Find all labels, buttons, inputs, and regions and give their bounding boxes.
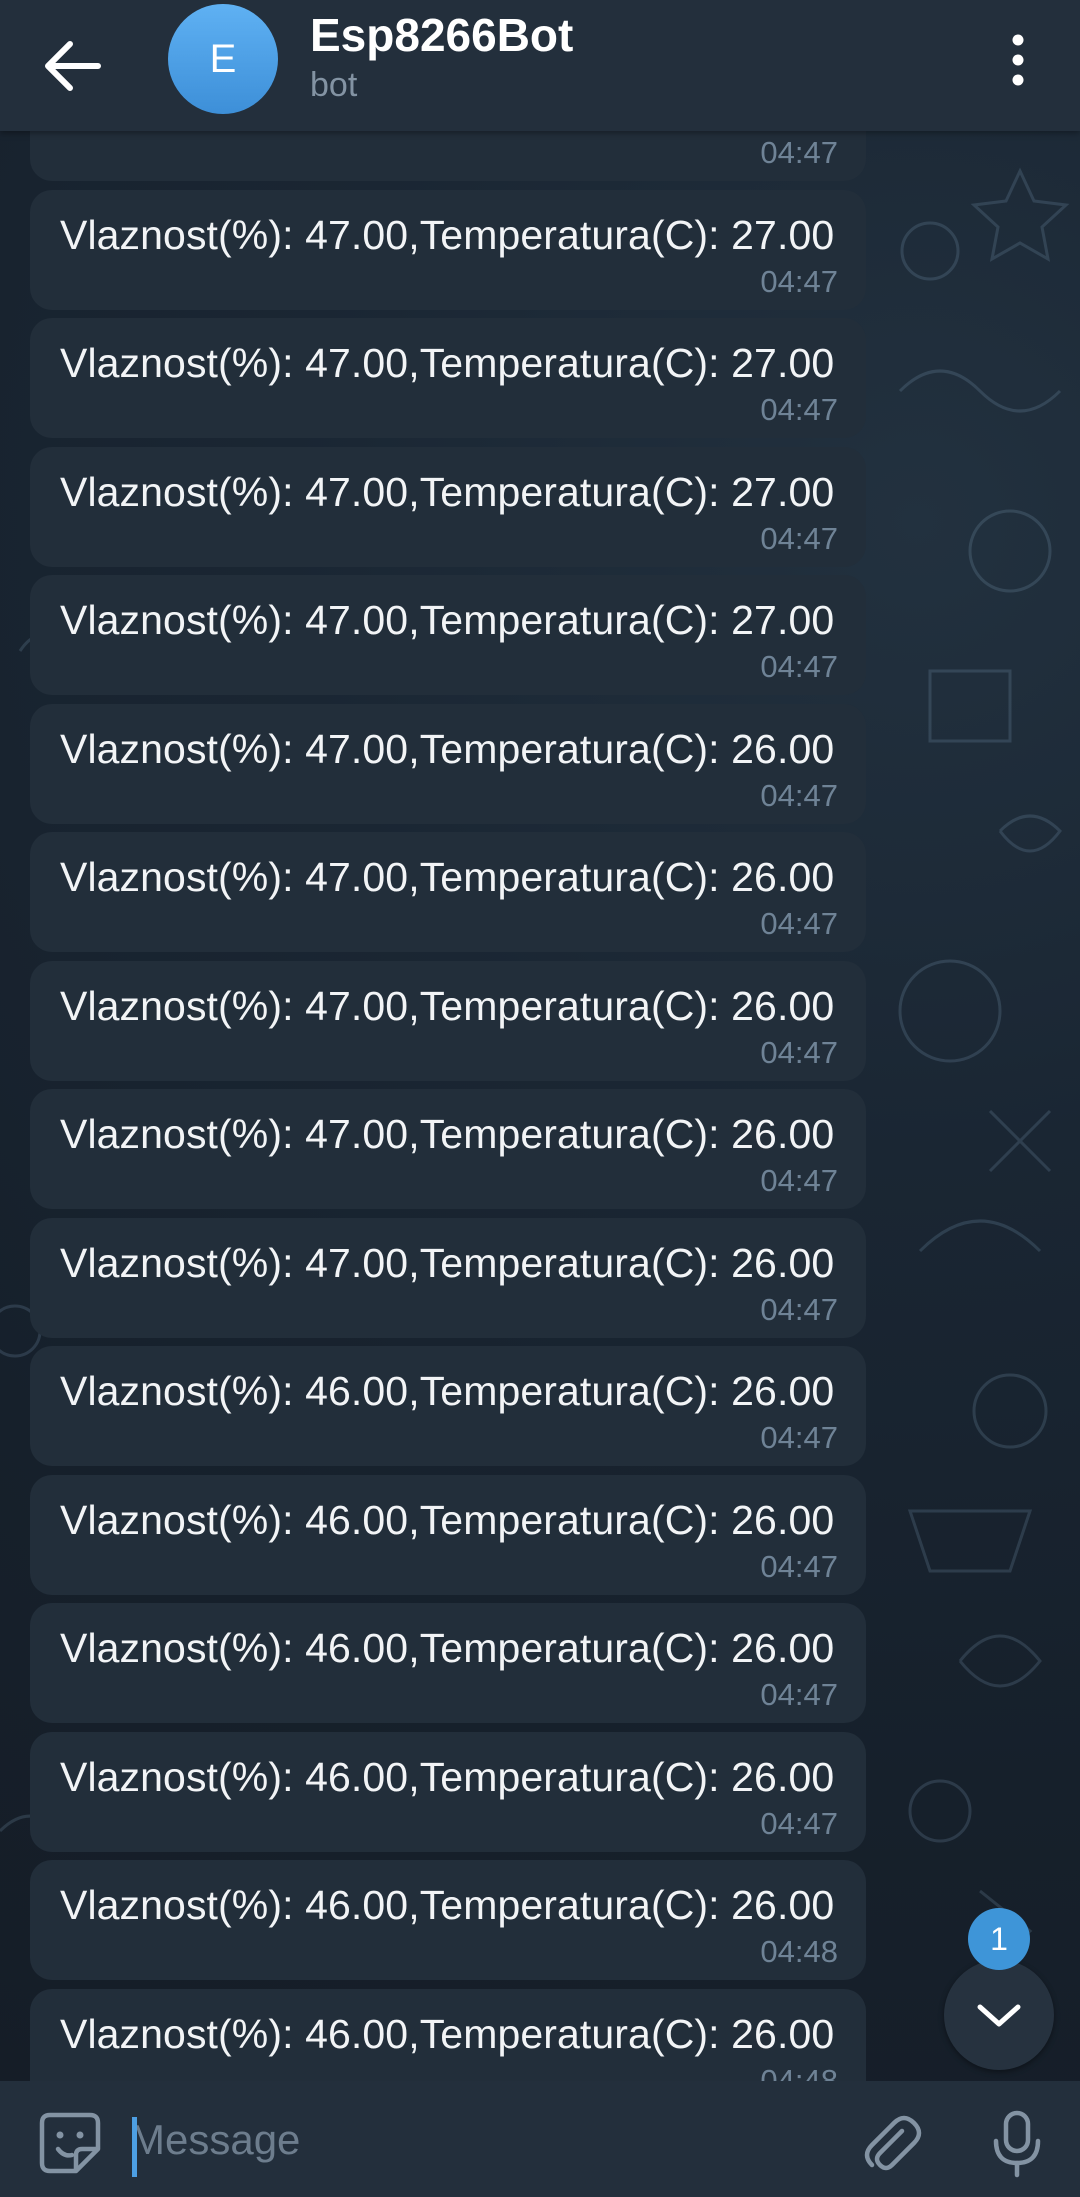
message-bubble[interactable]: Vlaznost(%): 47.00,Temperatura(C): 27.00… bbox=[30, 318, 866, 438]
message-time: 04:47 bbox=[760, 777, 838, 813]
message-bubble[interactable]: Vlaznost(%): 46.00,Temperatura(C): 26.00… bbox=[30, 1474, 866, 1595]
message-time: 04:48 bbox=[760, 2062, 838, 2082]
sticker-icon[interactable] bbox=[38, 2111, 102, 2175]
message-bubble[interactable]: Vlaznost(%): 47.00,Temperatura(C): 27.00… bbox=[30, 189, 866, 310]
message-composer bbox=[0, 2081, 1080, 2197]
message-text: Vlaznost(%): 47.00,Temperatura(C): 27.00 bbox=[60, 211, 835, 258]
message-time: 04:47 bbox=[760, 520, 838, 556]
message-time: 04:47 bbox=[760, 1034, 838, 1070]
message-text: Vlaznost(%): 46.00,Temperatura(C): 26.00 bbox=[60, 1496, 835, 1543]
message-list: 04:47 Vlaznost(%): 47.00,Temperatura(C): … bbox=[0, 131, 1080, 2081]
avatar[interactable]: E bbox=[168, 4, 278, 114]
message-text: Vlaznost(%): 46.00,Temperatura(C): 26.00 bbox=[60, 1753, 835, 1800]
telegram-chat-screen: 04:47 Vlaznost(%): 47.00,Temperatura(C): … bbox=[0, 0, 1080, 2197]
microphone-icon[interactable] bbox=[988, 2109, 1046, 2179]
message-text: Vlaznost(%): 46.00,Temperatura(C): 26.00 bbox=[60, 1882, 835, 1928]
message-text: Vlaznost(%): 47.00,Temperatura(C): 26.00 bbox=[60, 854, 835, 900]
message-bubble[interactable]: Vlaznost(%): 47.00,Temperatura(C): 26.00… bbox=[30, 1089, 866, 1209]
chat-area[interactable]: 04:47 Vlaznost(%): 47.00,Temperatura(C): … bbox=[0, 131, 1080, 2081]
message-bubble[interactable]: Vlaznost(%): 46.00,Temperatura(C): 26.00… bbox=[30, 1603, 866, 1723]
message-text: Vlaznost(%): 47.00,Temperatura(C): 26.00 bbox=[60, 982, 835, 1029]
message-bubble[interactable]: Vlaznost(%): 46.00,Temperatura(C): 26.00… bbox=[30, 1346, 866, 1466]
message-text: Vlaznost(%): 46.00,Temperatura(C): 26.00 bbox=[60, 1368, 835, 1414]
unread-count-badge: 1 bbox=[968, 1908, 1030, 1970]
message-time: 04:47 bbox=[760, 263, 838, 299]
message-time: 04:47 bbox=[760, 135, 838, 170]
message-time: 04:47 bbox=[760, 1805, 838, 1841]
chevron-down-icon bbox=[977, 2004, 1021, 2027]
message-text: Vlaznost(%): 46.00,Temperatura(C): 26.00 bbox=[60, 1625, 835, 1671]
message-text: Vlaznost(%): 46.00,Temperatura(C): 26.00 bbox=[60, 2010, 835, 2057]
more-options-icon[interactable] bbox=[1000, 30, 1036, 90]
text-cursor bbox=[132, 2117, 137, 2177]
message-time: 04:47 bbox=[760, 1291, 838, 1327]
message-time: 04:47 bbox=[760, 1548, 838, 1584]
message-bubble[interactable]: Vlaznost(%): 46.00,Temperatura(C): 26.00… bbox=[30, 1860, 866, 1980]
message-bubble[interactable]: Vlaznost(%): 47.00,Temperatura(C): 26.00… bbox=[30, 1217, 866, 1338]
back-arrow-icon[interactable] bbox=[38, 36, 106, 96]
chat-title[interactable]: Esp8266Bot bbox=[310, 8, 573, 62]
message-bubble[interactable]: Vlaznost(%): 47.00,Temperatura(C): 27.00… bbox=[30, 131, 866, 181]
message-bubble[interactable]: Vlaznost(%): 46.00,Temperatura(C): 26.00… bbox=[30, 1988, 866, 2082]
message-time: 04:47 bbox=[760, 1420, 838, 1455]
message-bubble[interactable]: Vlaznost(%): 47.00,Temperatura(C): 26.00… bbox=[30, 960, 866, 1081]
message-input[interactable] bbox=[130, 2105, 830, 2175]
message-bubble[interactable]: Vlaznost(%): 46.00,Temperatura(C): 26.00… bbox=[30, 1731, 866, 1852]
scroll-to-bottom-button[interactable] bbox=[944, 1960, 1054, 2070]
message-text: Vlaznost(%): 47.00,Temperatura(C): 26.00 bbox=[60, 1239, 835, 1286]
chat-status: bot bbox=[310, 66, 358, 104]
message-text: Vlaznost(%): 47.00,Temperatura(C): 27.00 bbox=[60, 340, 835, 386]
paperclip-icon[interactable] bbox=[858, 2111, 924, 2177]
message-text: Vlaznost(%): 47.00,Temperatura(C): 26.00 bbox=[60, 725, 835, 772]
message-time: 04:47 bbox=[760, 1163, 838, 1198]
message-time: 04:47 bbox=[760, 1677, 838, 1712]
message-text: Vlaznost(%): 47.00,Temperatura(C): 27.00 bbox=[60, 597, 835, 643]
message-time: 04:48 bbox=[760, 1934, 838, 1969]
message-bubble[interactable]: Vlaznost(%): 47.00,Temperatura(C): 27.00… bbox=[30, 575, 866, 695]
message-time: 04:47 bbox=[760, 392, 838, 427]
message-bubble[interactable]: Vlaznost(%): 47.00,Temperatura(C): 27.00… bbox=[30, 446, 866, 567]
message-bubble[interactable]: Vlaznost(%): 47.00,Temperatura(C): 26.00… bbox=[30, 703, 866, 824]
message-time: 04:47 bbox=[760, 649, 838, 684]
chat-header: E Esp8266Bot bot bbox=[0, 0, 1080, 131]
message-text: Vlaznost(%): 47.00,Temperatura(C): 26.00 bbox=[60, 1111, 835, 1157]
message-text: Vlaznost(%): 47.00,Temperatura(C): 27.00 bbox=[60, 468, 835, 515]
message-time: 04:47 bbox=[760, 906, 838, 941]
message-bubble[interactable]: Vlaznost(%): 47.00,Temperatura(C): 26.00… bbox=[30, 832, 866, 952]
